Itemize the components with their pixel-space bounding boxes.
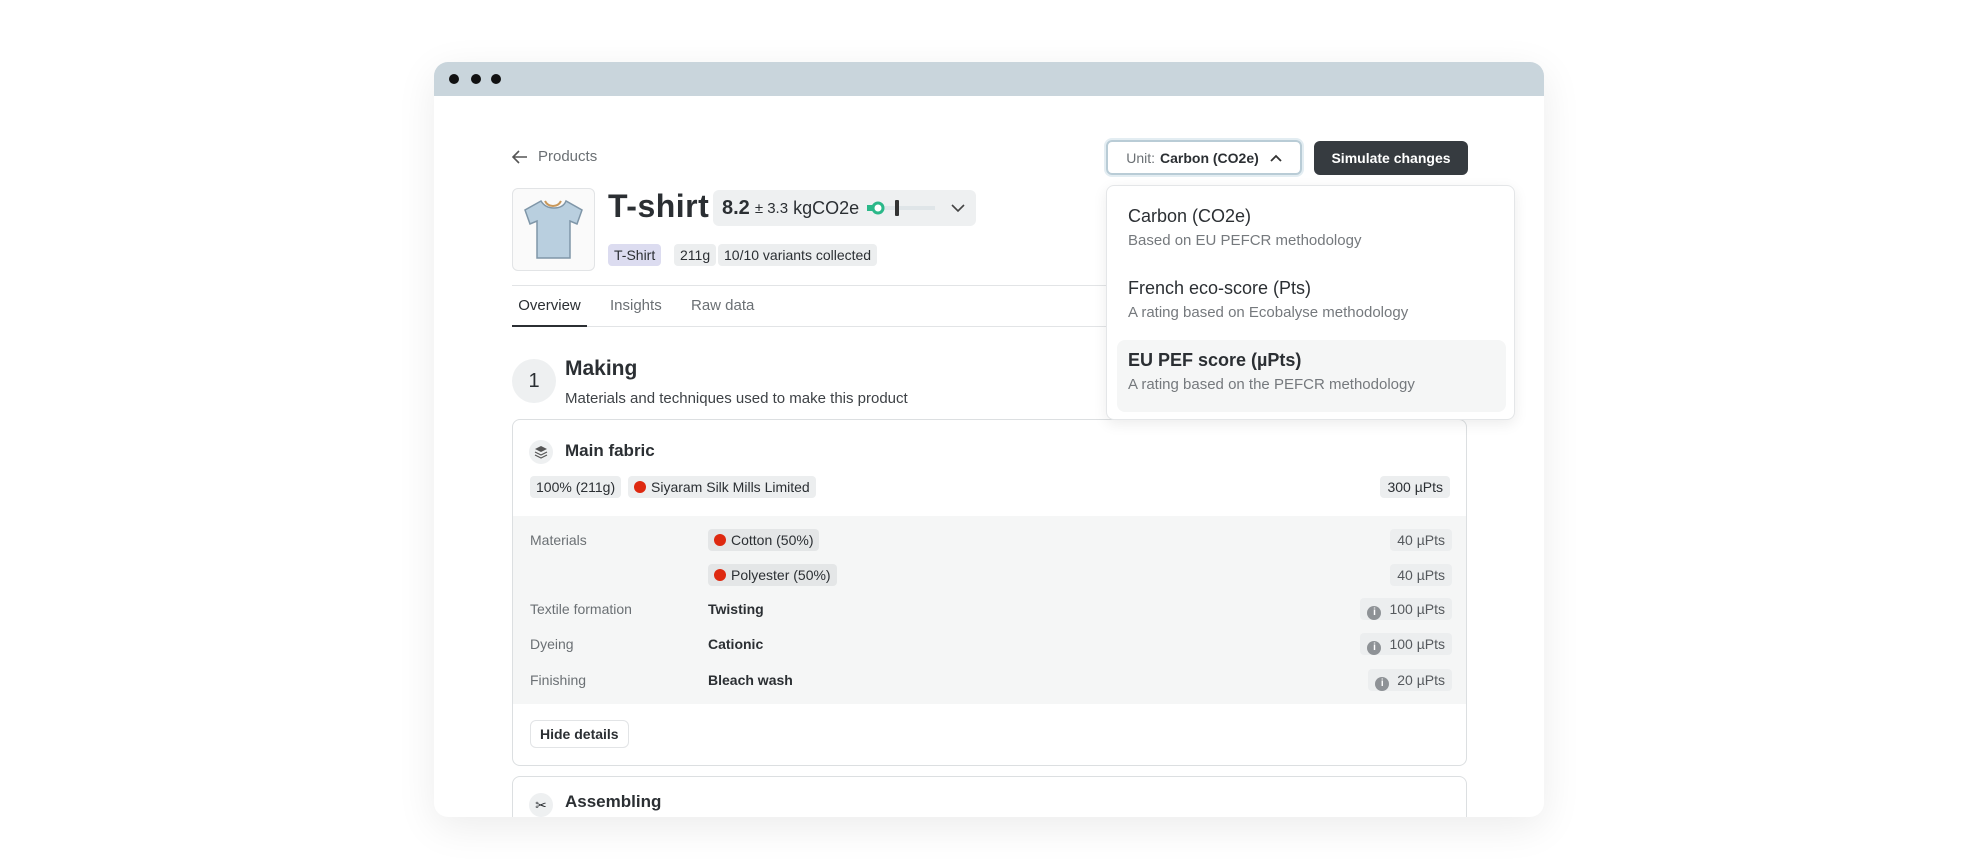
tag-category: T-Shirt <box>608 244 662 266</box>
total-pts: 300 µPts <box>1380 476 1450 498</box>
material-chip: Polyester (50%) <box>708 564 837 586</box>
flag-icon <box>714 569 726 581</box>
detail-row: Finishing Bleach wash i 20 µPts <box>513 669 1466 691</box>
option-title: EU PEF score (µPts) <box>1128 350 1302 370</box>
row-label: Finishing <box>530 672 587 688</box>
layers-icon <box>529 440 553 464</box>
row-pts: 40 µPts <box>1390 564 1452 586</box>
detail-row: Textile formation Twisting i 100 µPts <box>513 598 1466 620</box>
supplier-name: Siyaram Silk Mills Limited <box>651 479 810 495</box>
scissors-icon: ✂ <box>529 793 553 817</box>
row-value: Bleach wash <box>708 672 793 688</box>
tab-raw-data[interactable]: Raw data <box>691 297 754 314</box>
tshirt-image <box>524 199 583 259</box>
assembling-card: ✂ Assembling <box>512 776 1467 817</box>
option-subtitle: A rating based on Ecobalyse methodology <box>1128 304 1409 321</box>
window-dot <box>491 74 501 84</box>
score-value: 8.2 <box>722 196 750 219</box>
unit-select[interactable]: Unit: Carbon (CO2e) <box>1106 140 1302 175</box>
score-unit: kgCO2e <box>793 197 860 218</box>
tab-insights[interactable]: Insights <box>610 297 662 314</box>
detail-row: Dyeing Cationic i 100 µPts <box>513 633 1466 655</box>
option-title: Carbon (CO2e) <box>1128 206 1252 226</box>
detail-row: Materials Cotton (50%) 40 µPts <box>513 529 1466 551</box>
option-subtitle: Based on EU PEFCR methodology <box>1128 232 1362 249</box>
row-pts-value: 40 µPts <box>1397 567 1445 583</box>
window-dot <box>449 74 459 84</box>
row-label: Dyeing <box>530 636 574 652</box>
chevron-down-icon <box>951 203 965 212</box>
row-pts: i 100 µPts <box>1360 633 1452 655</box>
info-icon[interactable]: i <box>1367 606 1382 620</box>
product-thumbnail <box>512 188 595 271</box>
row-label: Materials <box>530 532 587 548</box>
unit-option-carbon[interactable]: Carbon (CO2e) Based on EU PEFCR methodolo… <box>1117 196 1506 268</box>
tag-variants: 10/10 variants collected <box>718 244 878 266</box>
main-fabric-title: Main fabric <box>565 441 655 460</box>
china-flag-icon <box>634 481 646 493</box>
section-title: Making <box>565 357 638 380</box>
share-chip: 100% (211g) <box>530 476 622 498</box>
option-title: French eco-score (Pts) <box>1128 278 1312 298</box>
row-pts-value: 20 µPts <box>1397 672 1445 688</box>
row-pts-value: 100 µPts <box>1389 636 1445 652</box>
unit-option-french-eco-score[interactable]: French eco-score (Pts) A rating based on … <box>1117 268 1506 340</box>
score-range-gauge <box>867 200 936 216</box>
back-label: Products <box>538 148 598 165</box>
unit-prefix: Unit: <box>1126 149 1155 166</box>
row-value: Polyester (50%) <box>731 567 831 583</box>
unit-value: Carbon (CO2e) <box>1160 149 1259 166</box>
info-icon[interactable]: i <box>1367 641 1382 655</box>
row-value: Cotton (50%) <box>731 532 814 548</box>
row-label: Textile formation <box>530 601 632 617</box>
section-subtitle: Materials and techniques used to make th… <box>565 390 908 407</box>
window-titlebar <box>434 62 1544 96</box>
hide-details-button[interactable]: Hide details <box>530 720 629 748</box>
arrow-left-icon <box>512 149 527 164</box>
back-link[interactable]: Products <box>512 148 597 165</box>
main-fabric-card: Main fabric 100% (211g) Siyaram Silk Mil… <box>512 419 1467 766</box>
tab-overview[interactable]: Overview <box>512 297 587 327</box>
product-title: T-shirt <box>608 188 710 224</box>
detail-row: Polyester (50%) 40 µPts <box>513 564 1466 586</box>
row-pts: 40 µPts <box>1390 529 1452 551</box>
section-number: 1 <box>512 359 556 403</box>
app-window: Products Unit: Carbon (CO2e) Simulate ch… <box>434 62 1544 817</box>
row-pts-value: 100 µPts <box>1389 601 1445 617</box>
score-selector[interactable]: 8.2 ± 3.3 kgCO2e <box>713 190 976 226</box>
assembling-title: Assembling <box>565 792 662 811</box>
material-chip: Cotton (50%) <box>708 529 820 551</box>
row-pts: i 20 µPts <box>1368 669 1452 691</box>
chevron-up-icon <box>1270 154 1282 162</box>
unit-dropdown-menu: Carbon (CO2e) Based on EU PEFCR methodolo… <box>1106 185 1515 420</box>
flag-icon <box>714 534 726 546</box>
row-value: Twisting <box>708 601 764 617</box>
tag-weight: 211g <box>674 244 717 266</box>
info-icon[interactable]: i <box>1375 677 1390 691</box>
unit-option-eu-pef[interactable]: EU PEF score (µPts) A rating based on the… <box>1117 340 1506 412</box>
supplier-chip: Siyaram Silk Mills Limited <box>628 476 816 498</box>
row-pts-value: 40 µPts <box>1397 532 1445 548</box>
score-uncertainty: ± 3.3 <box>754 199 789 217</box>
option-subtitle: A rating based on the PEFCR methodology <box>1128 376 1415 393</box>
row-value: Cationic <box>708 636 764 652</box>
window-dot <box>471 74 481 84</box>
row-pts: i 100 µPts <box>1360 598 1452 620</box>
simulate-changes-button[interactable]: Simulate changes <box>1314 141 1468 175</box>
